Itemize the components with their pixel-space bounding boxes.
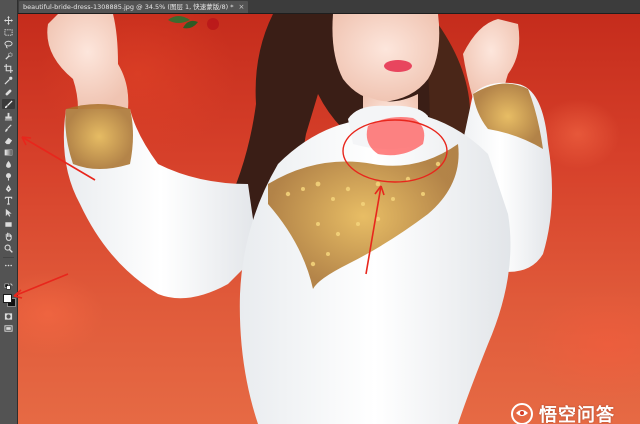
quick-mask-mode-icon[interactable] — [2, 311, 15, 321]
healing-brush-tool-icon[interactable] — [2, 87, 15, 97]
path-selection-tool-icon[interactable] — [2, 207, 15, 217]
pen-tool-icon[interactable] — [2, 183, 15, 193]
gradient-tool-icon[interactable] — [2, 147, 15, 157]
document-tab[interactable]: beautiful-bride-dress-1308885.jpg @ 34.5… — [19, 1, 249, 13]
document-tab-title: beautiful-bride-dress-1308885.jpg @ 34.5… — [23, 3, 234, 11]
type-tool-icon[interactable] — [2, 195, 15, 205]
more-tools-icon[interactable] — [2, 260, 15, 270]
quick-selection-tool-icon[interactable] — [2, 51, 15, 61]
default-colors-icon[interactable] — [2, 283, 15, 291]
move-tool-icon[interactable] — [2, 15, 15, 25]
wukong-logo-icon — [511, 403, 533, 424]
history-brush-tool-icon[interactable] — [2, 123, 15, 133]
image-canvas[interactable]: 悟空问答 — [18, 14, 640, 424]
foreground-color-swatch[interactable] — [3, 294, 12, 303]
brush-tool-icon[interactable] — [2, 99, 15, 109]
dodge-tool-icon[interactable] — [2, 171, 15, 181]
document-tab-bar: beautiful-bride-dress-1308885.jpg @ 34.5… — [17, 0, 640, 14]
photoshop-window: beautiful-bride-dress-1308885.jpg @ 34.5… — [0, 0, 640, 424]
blur-tool-icon[interactable] — [2, 159, 15, 169]
rectangle-tool-icon[interactable] — [2, 219, 15, 229]
toolbar-separator — [3, 257, 14, 258]
eraser-tool-icon[interactable] — [2, 135, 15, 145]
lasso-tool-icon[interactable] — [2, 39, 15, 49]
hand-tool-icon[interactable] — [2, 231, 15, 241]
eyedropper-tool-icon[interactable] — [2, 75, 15, 85]
close-tab-icon[interactable]: × — [238, 1, 244, 13]
marquee-tool-icon[interactable] — [2, 27, 15, 37]
crop-tool-icon[interactable] — [2, 63, 15, 73]
photo-bride-in-white-dress — [47, 14, 552, 424]
zoom-tool-icon[interactable] — [2, 243, 15, 253]
screen-mode-icon[interactable] — [2, 323, 15, 333]
watermark: 悟空问答 — [510, 400, 615, 424]
clone-stamp-tool-icon[interactable] — [2, 111, 15, 121]
watermark-text: 悟空问答 — [539, 405, 615, 424]
tools-panel — [0, 0, 18, 424]
